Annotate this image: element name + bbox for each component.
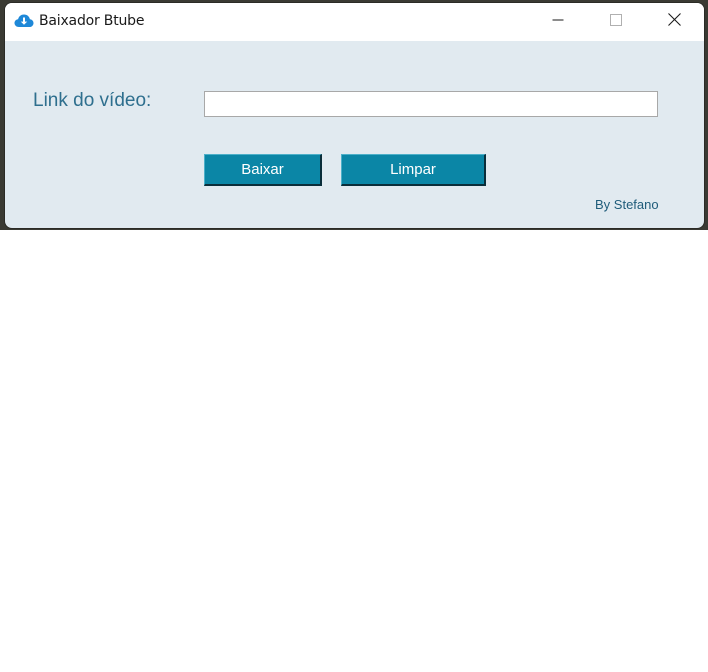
author-credit: By Stefano [595,197,659,212]
cloud-download-icon [14,13,34,29]
link-label: Link do vídeo: [33,90,152,111]
clear-button[interactable]: Limpar [341,154,486,186]
minimize-icon [552,13,564,31]
title-bar[interactable]: Baixador Btube [5,3,704,41]
minimize-button[interactable] [529,3,587,41]
maximize-button[interactable] [587,3,645,41]
close-button[interactable] [645,3,703,41]
video-link-input[interactable] [204,91,658,117]
maximize-icon [610,13,622,31]
window-title: Baixador Btube [39,13,145,29]
download-button[interactable]: Baixar [204,154,322,186]
app-window: Baixador Btube Link do vídeo: Baixar Lim… [5,3,704,228]
close-icon [667,13,681,31]
